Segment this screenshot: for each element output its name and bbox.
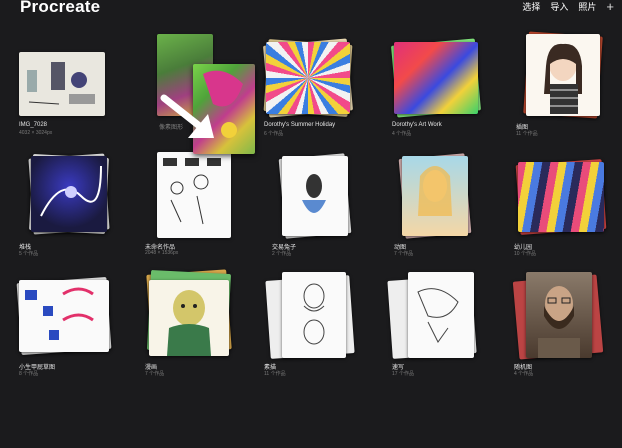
item-subtitle: 6 个作品 xyxy=(264,131,284,137)
gallery-item[interactable]: 未命名作品 2048 × 1536px xyxy=(143,150,253,275)
gallery-item[interactable]: Dorothy's Summer Holiday 6 个作品 xyxy=(262,30,372,155)
artwork-card xyxy=(266,42,350,114)
gallery-item[interactable]: 小生甲屁草图 8 个作品 xyxy=(16,270,127,395)
item-subtitle: 11 个作品 xyxy=(516,131,538,137)
gallery-item[interactable]: 交易兔子 2 个作品 xyxy=(270,150,380,275)
gallery-item[interactable]: 素描 11 个作品 xyxy=(262,270,372,395)
artwork-thumbnail xyxy=(387,270,500,360)
artwork-card xyxy=(394,42,478,114)
artwork-thumbnail xyxy=(262,270,372,360)
artwork-card xyxy=(31,156,107,232)
gallery-item[interactable]: 动图 7 个作品 xyxy=(392,150,502,275)
artwork-thumbnail xyxy=(17,30,127,120)
item-subtitle: 5 个作品 xyxy=(19,251,39,257)
artwork-card xyxy=(518,162,604,232)
artwork-thumbnail xyxy=(514,30,622,120)
artwork-thumbnail xyxy=(17,150,127,240)
gallery-item[interactable]: 速写 17 个作品 xyxy=(387,270,500,395)
item-subtitle: 2048 × 1536px xyxy=(145,250,179,256)
artwork-thumbnail xyxy=(512,150,622,240)
artwork-card xyxy=(402,156,468,236)
gallery-item[interactable]: 漫画 7 个作品 xyxy=(143,269,253,395)
artwork-card xyxy=(408,272,474,358)
item-subtitle: 10 个作品 xyxy=(514,251,536,257)
artwork-card xyxy=(19,280,109,352)
artwork-card xyxy=(157,152,231,238)
item-subtitle: 11 个作品 xyxy=(264,371,286,377)
item-subtitle: 4 个作品 xyxy=(514,371,534,377)
item-title: Dorothy's Summer Holiday xyxy=(264,122,336,128)
procreate-gallery: { "app": { "title": "Procreate", "action… xyxy=(0,0,622,448)
item-subtitle: 7 个作品 xyxy=(394,251,414,257)
artwork-thumbnail xyxy=(143,150,253,240)
gallery-grid: IMG_7028 4032 × 3024px 像素图形 Dorothy's Su… xyxy=(0,0,622,448)
item-subtitle: 2 个作品 xyxy=(272,251,292,257)
artwork-thumbnail xyxy=(392,150,502,240)
artwork-card xyxy=(526,272,592,358)
item-subtitle: 17 个作品 xyxy=(392,371,414,377)
item-subtitle: 4 个作品 xyxy=(392,131,412,137)
item-subtitle: 8 个作品 xyxy=(19,371,39,377)
artwork-thumbnail xyxy=(262,30,372,120)
item-title: IMG_7028 xyxy=(19,122,48,128)
artwork-card xyxy=(282,272,346,358)
gallery-item[interactable]: Dorothy's Art Work 4 个作品 xyxy=(390,30,500,155)
artwork-card xyxy=(149,280,229,356)
artwork-card xyxy=(282,156,348,236)
item-subtitle: 7 个作品 xyxy=(145,371,165,377)
gallery-item[interactable]: 堆栈 5 个作品 xyxy=(17,150,127,275)
gallery-item[interactable]: 随机图 4 个作品 xyxy=(512,270,622,395)
gallery-item[interactable]: IMG_7028 4032 × 3024px xyxy=(17,30,127,155)
gallery-item[interactable]: 插图 11 个作品 xyxy=(514,30,622,155)
artwork-card xyxy=(526,34,600,116)
gallery-item[interactable]: 幼儿园 10 个作品 xyxy=(512,150,622,275)
item-title: Dorothy's Art Work xyxy=(392,122,442,128)
artwork-thumbnail xyxy=(16,270,127,360)
artwork-thumbnail xyxy=(512,270,622,360)
artwork-thumbnail xyxy=(143,269,253,360)
artwork-thumbnail xyxy=(390,30,500,120)
artwork-thumbnail xyxy=(270,150,380,240)
artwork-card xyxy=(19,52,105,116)
item-subtitle: 4032 × 3024px xyxy=(19,130,53,136)
drag-arrow-icon xyxy=(160,94,214,138)
